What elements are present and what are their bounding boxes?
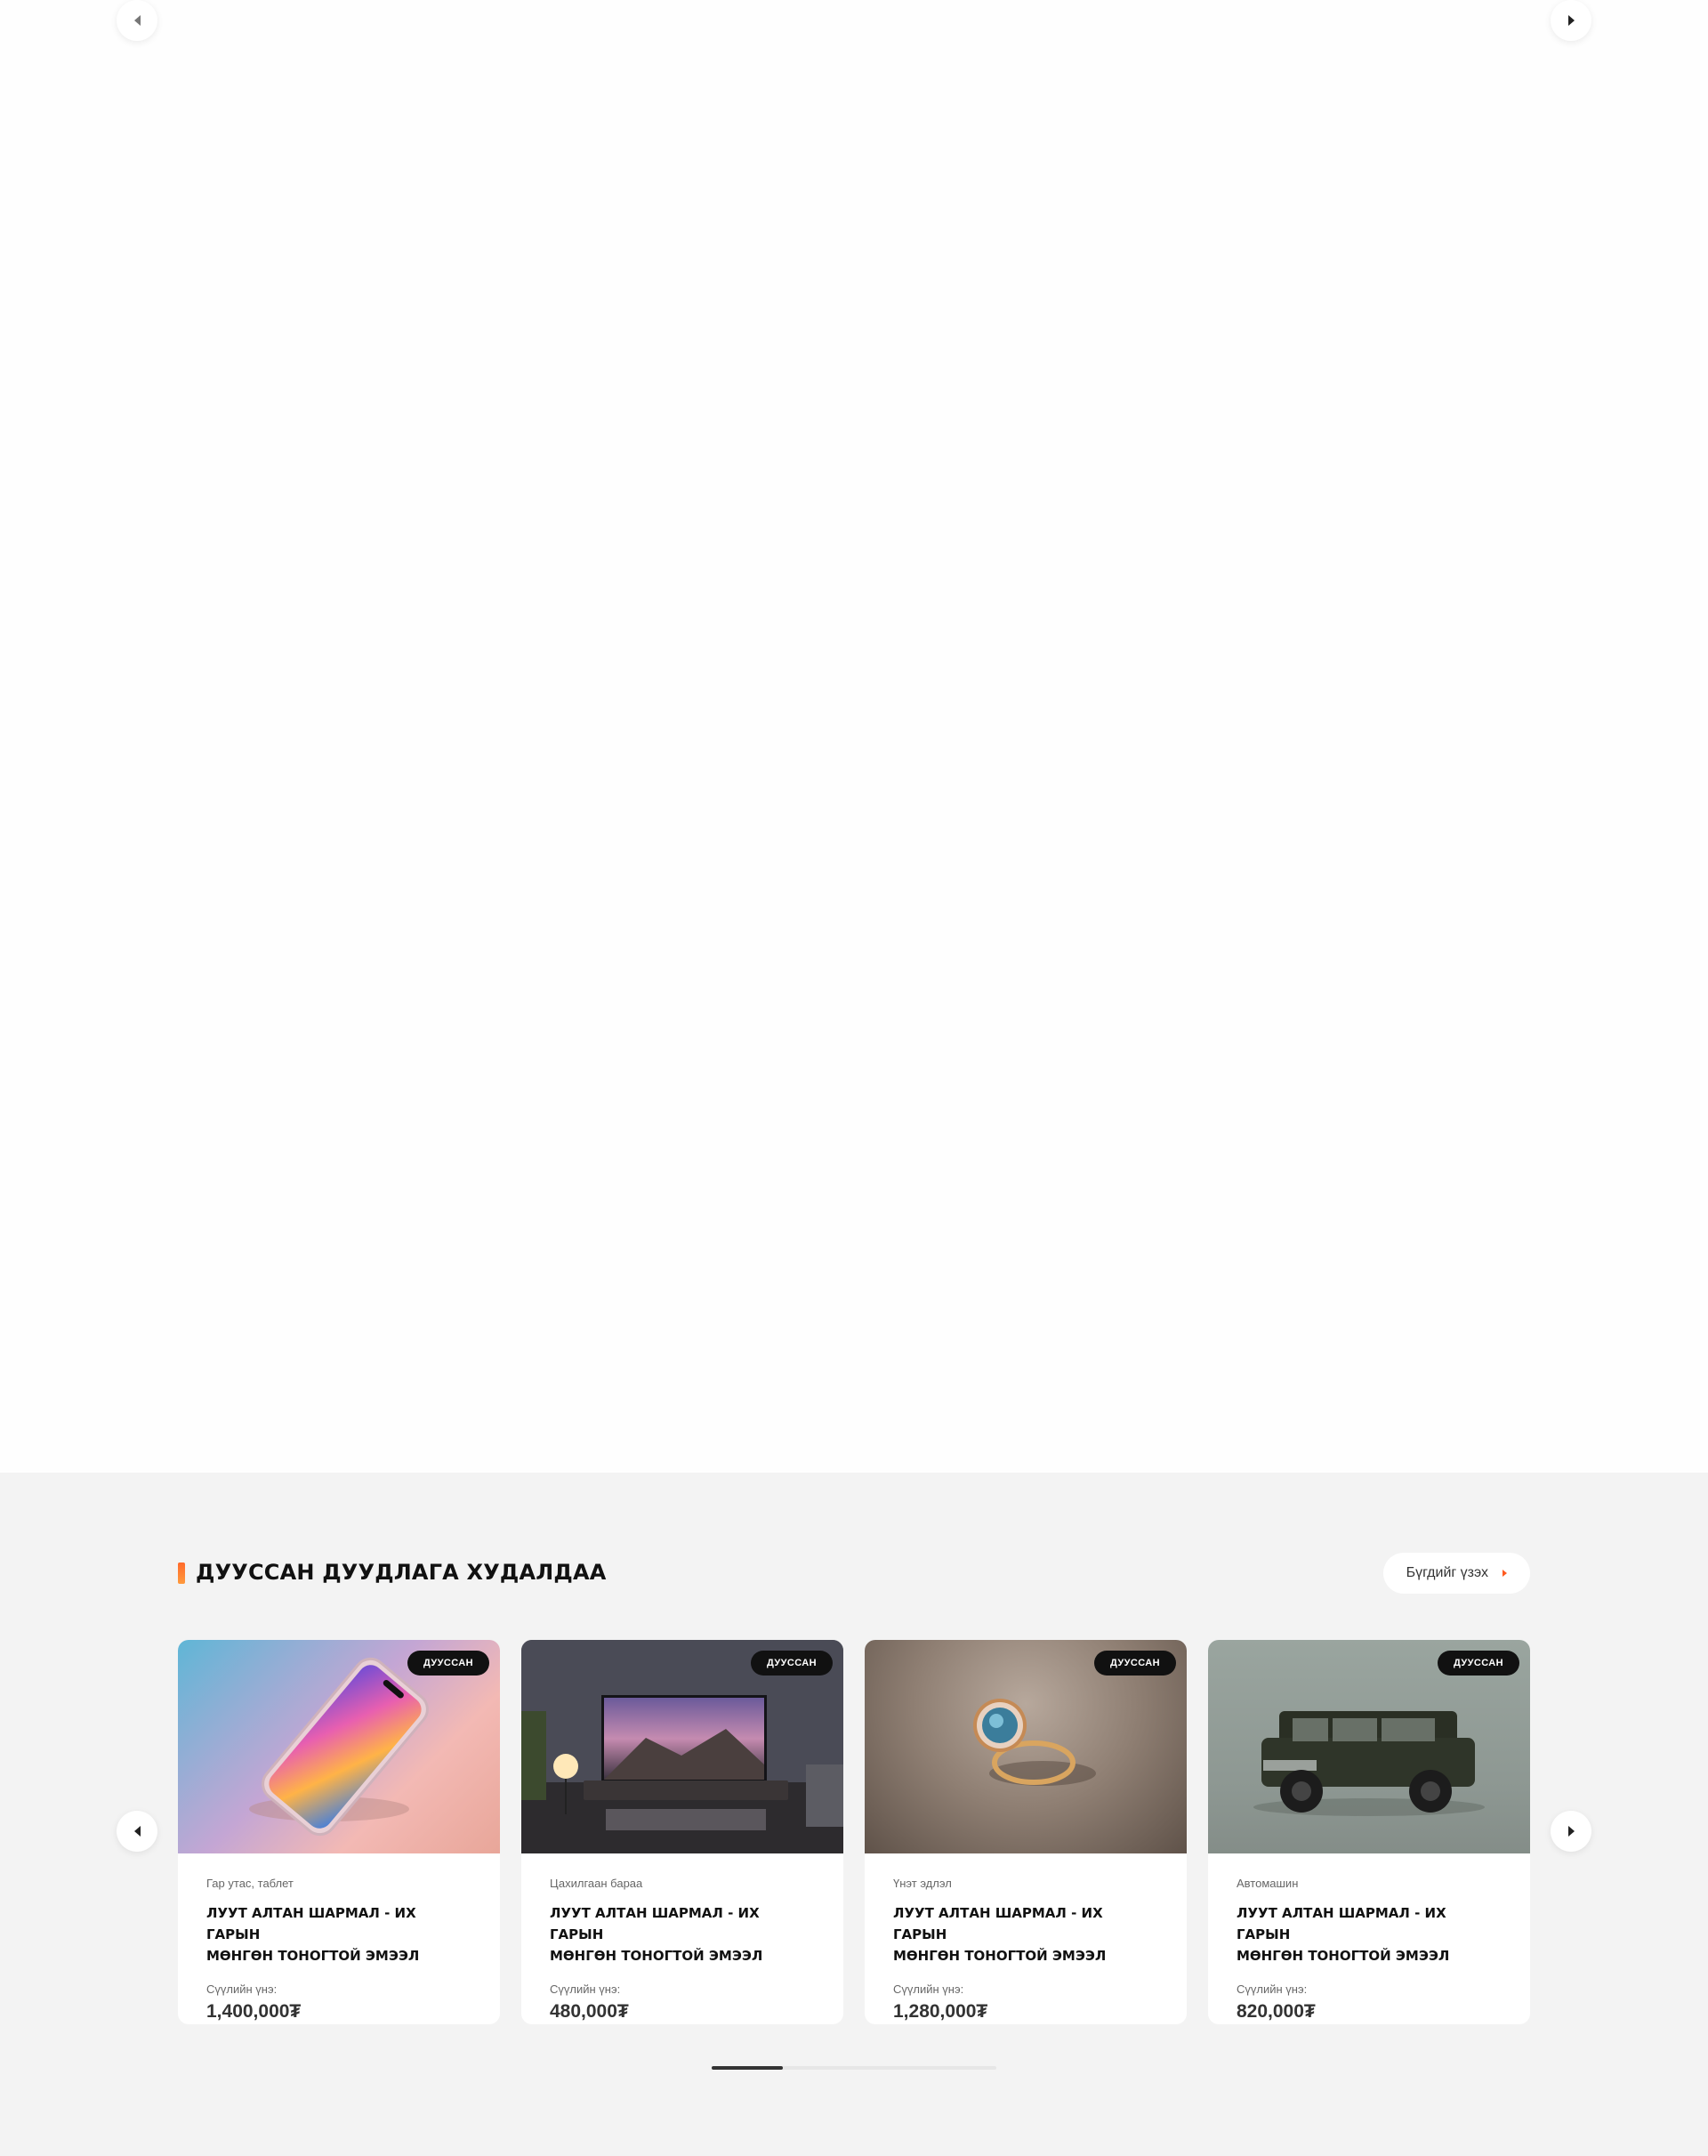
tv-image: ДУУССАН [521, 1640, 843, 1853]
ended-auctions-section: ДУУССАН ДУУДЛАГА ХУДАЛДАА Бүгдийг үзэх Д… [0, 1473, 1708, 2156]
hero-slider [0, 0, 1708, 1473]
smartphone-image: ДУУССАН [178, 1640, 500, 1853]
auction-card[interactable]: ДУУССАН Гар утас, таблет ЛУУТ АЛТАН ШАРМ… [178, 1640, 500, 2024]
title-accent-bar [178, 1562, 185, 1584]
card-price: 480,000₮ [550, 2001, 629, 2022]
card-price-label: Сүүлийн үнэ: [893, 1982, 964, 1996]
card-price-label: Сүүлийн үнэ: [206, 1982, 278, 1996]
chevron-right-icon [1567, 1826, 1575, 1837]
card-title-line: ЛУУТ АЛТАН ШАРМАЛ - ИХ ГАРЫН [206, 1905, 416, 1942]
card-price: 1,400,000₮ [206, 2001, 302, 2022]
suv-image: ДУУССАН [1208, 1640, 1530, 1853]
section-header: ДУУССАН ДУУДЛАГА ХУДАЛДАА Бүгдийг үзэх [178, 1553, 1530, 1600]
card-title-line: ЛУУТ АЛТАН ШАРМАЛ - ИХ ГАРЫН [1237, 1905, 1446, 1942]
card-title: ЛУУТ АЛТАН ШАРМАЛ - ИХ ГАРЫН МӨНГӨН ТОНО… [1237, 1902, 1502, 1966]
carousel-progress-track [712, 2066, 996, 2070]
ended-badge: ДУУССАН [751, 1651, 833, 1676]
ring-image: ДУУССАН [865, 1640, 1187, 1853]
auction-card[interactable]: ДУУССАН Автомашин ЛУУТ АЛТАН ШАРМАЛ - ИХ… [1208, 1640, 1530, 2024]
ended-badge: ДУУССАН [1094, 1651, 1176, 1676]
card-price: 1,280,000₮ [893, 2001, 988, 2022]
hero-prev-button[interactable] [117, 0, 157, 41]
card-price: 820,000₮ [1237, 2001, 1316, 2022]
hero-next-button[interactable] [1551, 0, 1591, 41]
section-title: ДУУССАН ДУУДЛАГА ХУДАЛДАА [196, 1560, 607, 1585]
chevron-left-icon [133, 15, 141, 26]
carousel-prev-button[interactable] [117, 1811, 157, 1852]
carousel-progress-fill [712, 2066, 783, 2070]
auction-card[interactable]: ДУУССАН Цахилгаан бараа ЛУУТ АЛТАН ШАРМА… [521, 1640, 843, 2024]
card-category: Гар утас, таблет [206, 1877, 294, 1890]
card-category: Үнэт эдлэл [893, 1877, 952, 1890]
view-all-button[interactable]: Бүгдийг үзэх [1382, 1553, 1530, 1594]
card-price-label: Сүүлийн үнэ: [550, 1982, 621, 1996]
auction-card[interactable]: ДУУССАН Үнэт эдлэл ЛУУТ АЛТАН ШАРМАЛ - И… [865, 1640, 1187, 2024]
card-title: ЛУУТ АЛТАН ШАРМАЛ - ИХ ГАРЫН МӨНГӨН ТОНО… [893, 1902, 1158, 1966]
card-title-line: ЛУУТ АЛТАН ШАРМАЛ - ИХ ГАРЫН [550, 1905, 760, 1942]
chevron-left-icon [133, 1826, 141, 1837]
card-title-line: МӨНГӨН ТОНОГТОЙ ЭМЭЭЛ [550, 1948, 763, 1964]
card-title: ЛУУТ АЛТАН ШАРМАЛ - ИХ ГАРЫН МӨНГӨН ТОНО… [206, 1902, 471, 1966]
card-price-label: Сүүлийн үнэ: [1237, 1982, 1308, 1996]
card-category: Цахилгаан бараа [550, 1877, 643, 1890]
chevron-right-icon [1567, 15, 1575, 26]
carousel-next-button[interactable] [1551, 1811, 1591, 1852]
auction-cards: ДУУССАН Гар утас, таблет ЛУУТ АЛТАН ШАРМ… [178, 1640, 1530, 2024]
arrow-right-icon [1503, 1570, 1507, 1577]
card-category: Автомашин [1237, 1877, 1299, 1890]
card-title-line: МӨНГӨН ТОНОГТОЙ ЭМЭЭЛ [1237, 1948, 1450, 1964]
ended-badge: ДУУССАН [1438, 1651, 1519, 1676]
view-all-label: Бүгдийг үзэх [1406, 1565, 1488, 1580]
ended-badge: ДУУССАН [407, 1651, 489, 1676]
card-title-line: МӨНГӨН ТОНОГТОЙ ЭМЭЭЛ [206, 1948, 420, 1964]
card-title: ЛУУТ АЛТАН ШАРМАЛ - ИХ ГАРЫН МӨНГӨН ТОНО… [550, 1902, 815, 1966]
card-title-line: ЛУУТ АЛТАН ШАРМАЛ - ИХ ГАРЫН [893, 1905, 1103, 1942]
card-title-line: МӨНГӨН ТОНОГТОЙ ЭМЭЭЛ [893, 1948, 1107, 1964]
